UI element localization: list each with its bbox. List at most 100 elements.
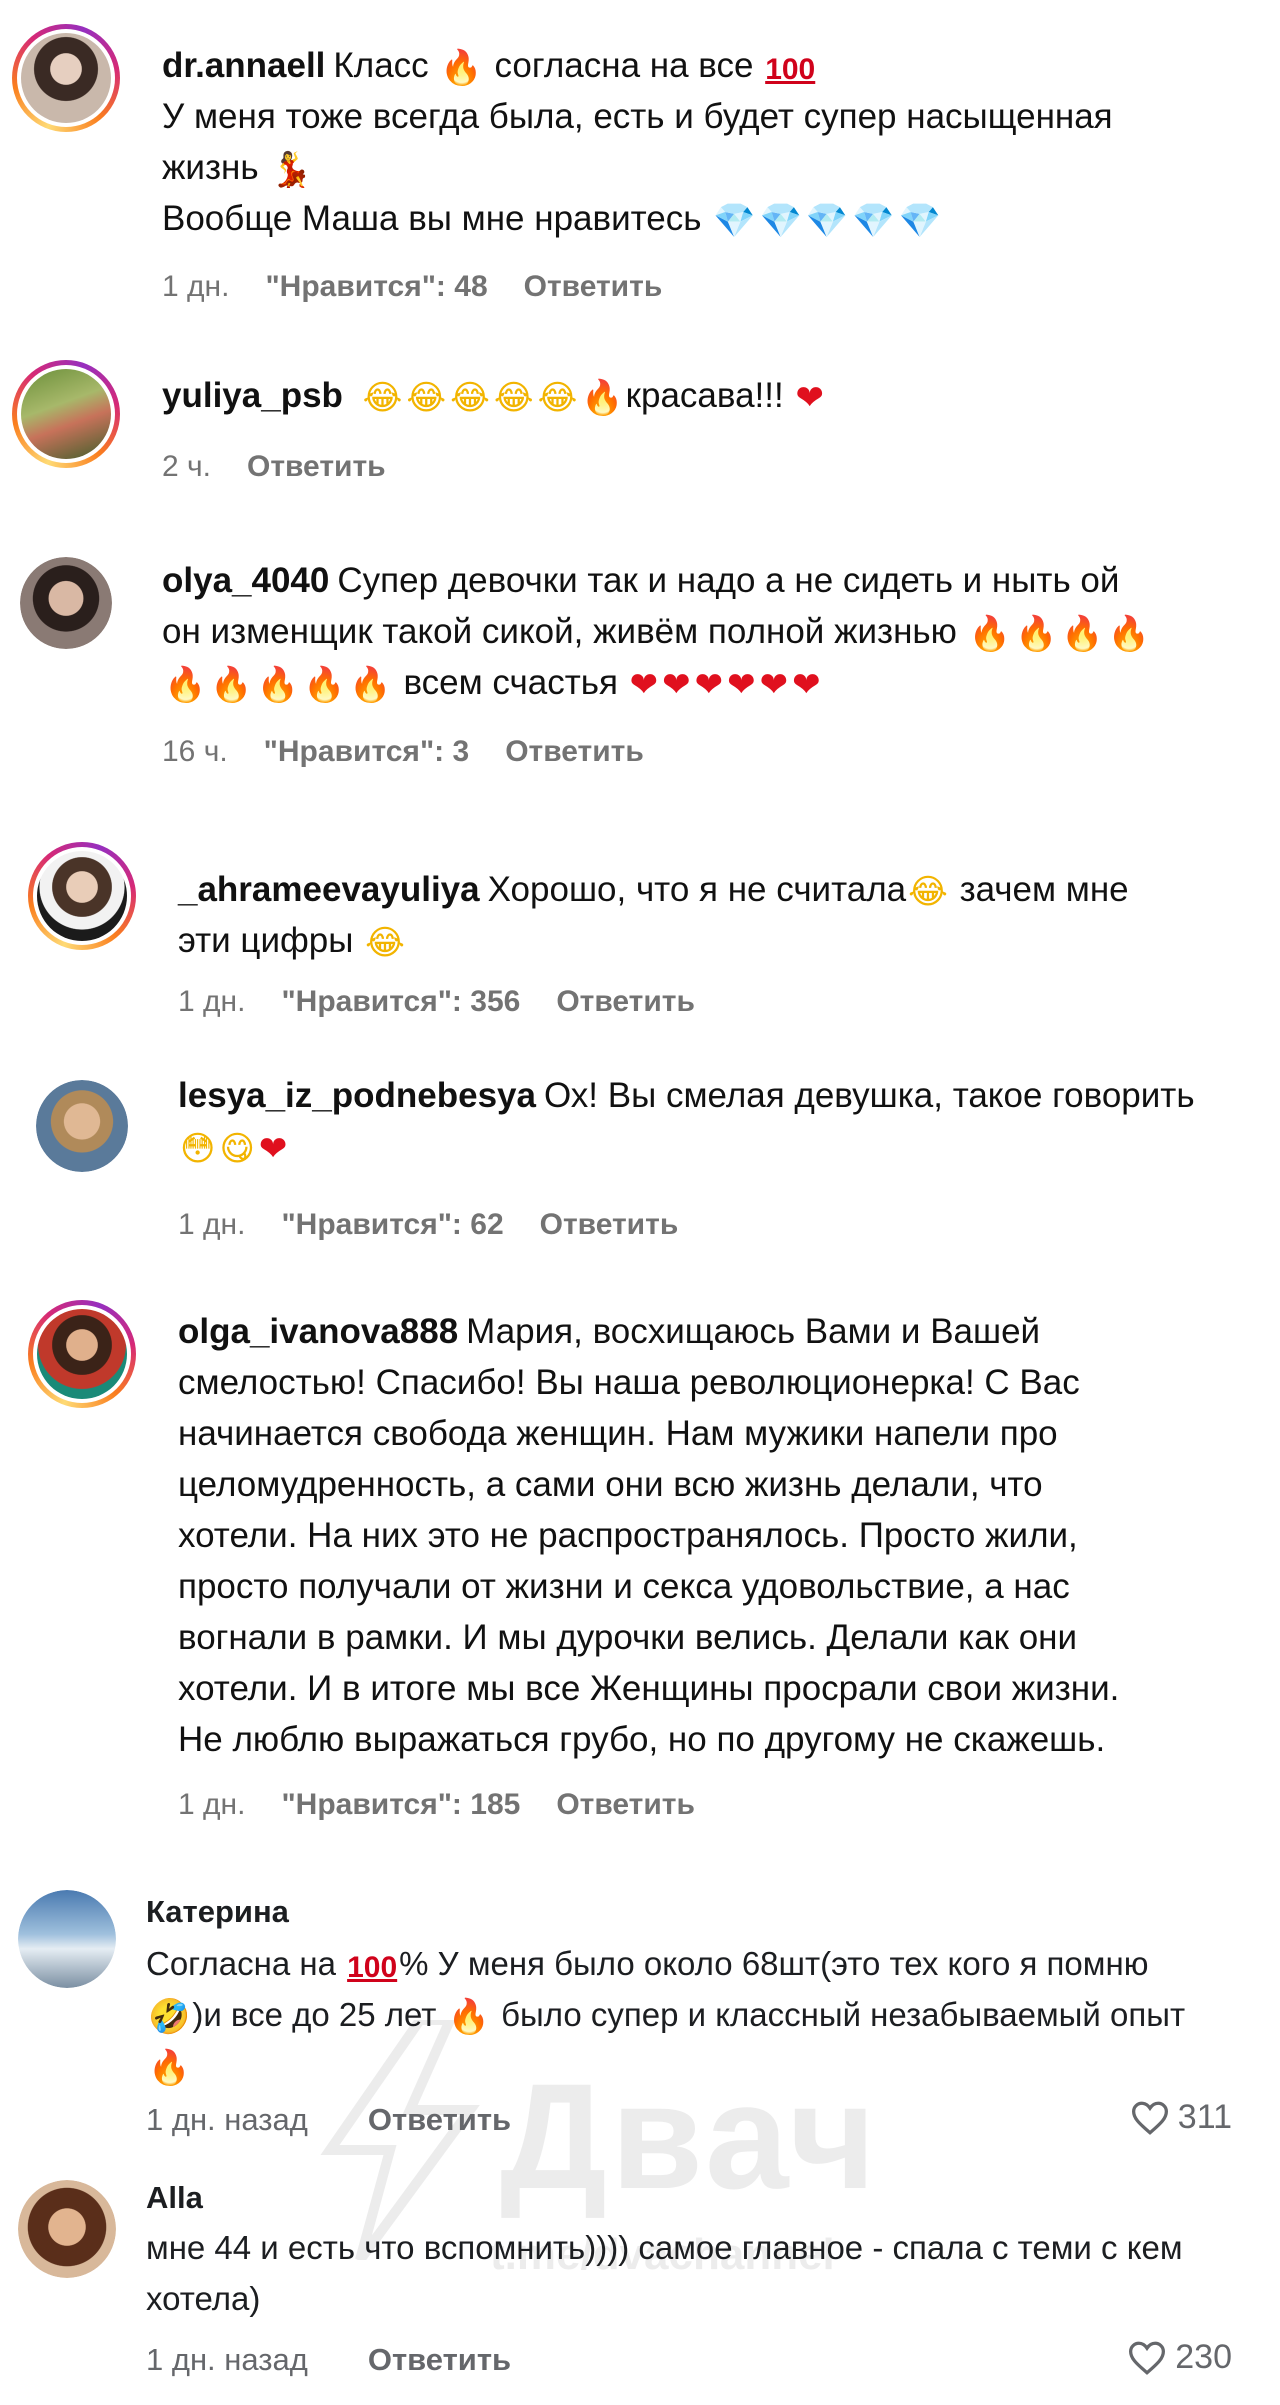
goggle-eyes-emoji-icon: 😳: [180, 1130, 216, 1168]
laughing-face-emoji-icon: 😂: [537, 379, 578, 417]
avatar[interactable]: [12, 24, 120, 132]
avatar-photo: [36, 1080, 128, 1172]
timestamp: 1 дн.: [162, 270, 230, 303]
comment-meta: 1 дн. "Нравится": 356 Ответить: [178, 985, 695, 1019]
likes-count[interactable]: "Нравится": 185: [281, 1788, 520, 1822]
like-count: 230: [1175, 2338, 1232, 2376]
likes-count[interactable]: "Нравится": 62: [281, 1208, 503, 1242]
username[interactable]: olga_ivanova888: [178, 1312, 458, 1351]
fire-emoji-icon: 🔥: [1061, 615, 1104, 653]
heart-emoji-icon: ❤: [629, 666, 659, 704]
comment-text: olya_4040 Супер девочки так и надо а не с…: [162, 561, 1151, 704]
reply-button[interactable]: Ответить: [540, 1208, 679, 1242]
comment-olga-ivanova888: olga_ivanova888 Мария, восхищаюсь Вами и …: [0, 1300, 1280, 1840]
comment-meta: 1 дн. "Нравится": 185 Ответить: [178, 1788, 695, 1822]
avatar[interactable]: [18, 1890, 116, 1988]
heart-emoji-icon: ❤: [795, 379, 824, 417]
author-name[interactable]: Alla: [146, 2180, 203, 2216]
comment-ahrameevayuliya: _ahrameevayuliya Хорошо, что я не считала…: [0, 840, 1280, 1040]
username[interactable]: olya_4040: [162, 561, 329, 600]
avatar-photo: [37, 1309, 127, 1399]
gem-emoji-icon: 💎: [852, 202, 895, 240]
likes-count[interactable]: "Нравится": 356: [281, 985, 520, 1019]
username[interactable]: _ahrameevayuliya: [178, 870, 480, 909]
avatar[interactable]: [18, 2180, 116, 2278]
hundred-points-emoji-icon: 100: [765, 53, 816, 86]
gem-emoji-icon: 💎: [713, 202, 756, 240]
heart-emoji-icon: ❤: [727, 666, 756, 704]
dancer-emoji-icon: 💃: [270, 151, 313, 189]
like-button[interactable]: 230: [1127, 2338, 1232, 2377]
timestamp: 1 дн.: [178, 1788, 246, 1821]
avatar-photo: [18, 2180, 116, 2278]
comment-lesya-iz-podnebesya: lesya_iz_podnebesya Ох! Вы смелая девушка…: [0, 1070, 1280, 1270]
reply-button[interactable]: Ответить: [524, 270, 663, 304]
avatar-photo: [18, 1890, 116, 1988]
comment-yuliya-psb: yuliya_psb 😂 😂 😂 😂 😂 🔥красава!!! ❤ 2 ч. Ответ…: [0, 350, 1280, 500]
gem-emoji-icon: 💎: [759, 202, 802, 240]
comment-text: Согласна на 100% У меня было около 68шт(…: [146, 1945, 1186, 2087]
timestamp: 2 ч.: [162, 450, 211, 483]
laughing-face-emoji-icon: 😂: [362, 379, 403, 417]
avatar[interactable]: [12, 360, 120, 468]
fire-emoji-icon: 🔥: [1107, 615, 1151, 653]
timestamp: 1 дн. назад: [146, 2102, 308, 2137]
username[interactable]: dr.annaell: [162, 46, 325, 85]
comment-meta: 1 дн. назад Ответить: [146, 2342, 511, 2378]
hundred-points-emoji-icon: 100: [347, 1951, 398, 1984]
fire-emoji-icon: 🔥: [581, 379, 624, 417]
likes-count[interactable]: "Нравится": 3: [264, 735, 470, 769]
avatar-photo: [37, 851, 127, 941]
timestamp: 1 дн.: [178, 1208, 246, 1241]
timestamp: 1 дн.: [178, 985, 246, 1018]
reply-button[interactable]: Ответить: [505, 735, 644, 769]
fire-emoji-icon: 🔥: [440, 49, 483, 87]
avatar[interactable]: [20, 557, 112, 649]
timestamp: 1 дн. назад: [146, 2342, 308, 2377]
rolling-laughing-emoji-icon: 🤣: [148, 1998, 191, 2036]
username[interactable]: lesya_iz_podnebesya: [178, 1076, 536, 1115]
crying-laughing-emoji-icon: 😂: [365, 924, 405, 962]
author-name[interactable]: Катерина: [146, 1894, 289, 1930]
avatar[interactable]: [28, 842, 136, 950]
like-button[interactable]: 311: [1130, 2098, 1232, 2137]
laughing-face-emoji-icon: 😂: [406, 379, 447, 417]
heart-emoji-icon: ❤: [792, 666, 821, 704]
reply-button[interactable]: Ответить: [368, 2102, 511, 2138]
comment-text: yuliya_psb 😂 😂 😂 😂 😂 🔥красава!!! ❤: [162, 376, 824, 417]
fire-emoji-icon: 🔥: [1014, 615, 1058, 653]
fb-comment-alla: Alla мне 44 и есть что вспомнить)))) сам…: [0, 2170, 1280, 2400]
likes-count[interactable]: "Нравится": 48: [265, 270, 487, 304]
fire-emoji-icon: 🔥: [349, 666, 392, 704]
reply-button[interactable]: Ответить: [247, 450, 386, 484]
avatar-photo: [21, 369, 111, 459]
comment-meta: 16 ч. "Нравится": 3 Ответить: [162, 735, 644, 769]
gem-emoji-icon: 💎: [898, 202, 941, 240]
reply-button[interactable]: Ответить: [368, 2342, 511, 2378]
avatar[interactable]: [36, 1080, 128, 1172]
avatar-photo: [21, 33, 111, 123]
heart-emoji-icon: ❤: [759, 666, 789, 704]
comment-text: мне 44 и есть что вспомнить)))) самое гл…: [146, 2229, 1183, 2317]
username[interactable]: yuliya_psb: [162, 376, 343, 415]
reply-button[interactable]: Ответить: [556, 985, 695, 1019]
comment-meta: 1 дн. "Нравится": 62 Ответить: [178, 1208, 678, 1242]
timestamp: 16 ч.: [162, 735, 228, 768]
gem-emoji-icon: 💎: [805, 202, 849, 240]
comment-text: _ahrameevayuliya Хорошо, что я не считала…: [178, 870, 1129, 962]
reply-button[interactable]: Ответить: [556, 1788, 695, 1822]
fire-emoji-icon: 🔥: [303, 666, 346, 704]
fire-emoji-icon: 🔥: [210, 666, 253, 704]
comment-dr-annaell: dr.annaell Класс 🔥 согласна на все 100 У …: [0, 0, 1280, 303]
comment-meta: 1 дн. "Нравится": 48 Ответить: [162, 270, 662, 304]
yum-face-emoji-icon: 😋: [219, 1130, 255, 1168]
comment-text: olga_ivanova888 Мария, восхищаюсь Вами и …: [178, 1312, 1120, 1759]
crying-laughing-emoji-icon: 😂: [908, 873, 948, 911]
fire-emoji-icon: 🔥: [447, 1998, 490, 2036]
avatar[interactable]: [28, 1300, 136, 1408]
laughing-face-emoji-icon: 😂: [493, 379, 534, 417]
heart-emoji-icon: ❤: [662, 666, 691, 704]
fire-emoji-icon: 🔥: [164, 666, 207, 704]
comment-meta: 2 ч. Ответить: [162, 450, 386, 484]
like-count: 311: [1177, 2098, 1232, 2136]
